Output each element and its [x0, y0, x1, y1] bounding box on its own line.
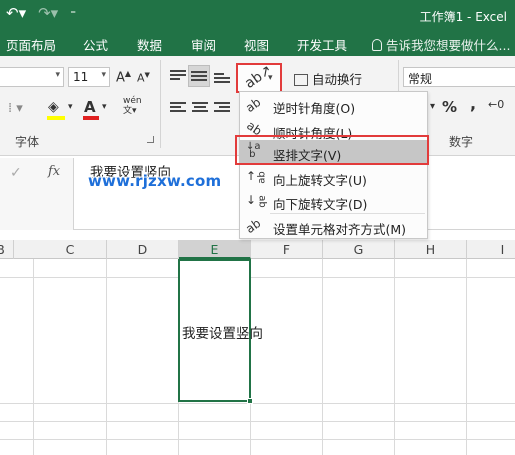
- tab-formulas[interactable]: 公式: [83, 35, 108, 54]
- quick-access-toolbar: ↶▾ ↷▾ ⁼: [6, 4, 76, 22]
- wrap-text-icon: [294, 74, 308, 86]
- column-header-h[interactable]: H: [395, 240, 467, 259]
- tab-review[interactable]: 审阅: [191, 35, 216, 54]
- enter-check-icon[interactable]: ✓: [10, 165, 22, 181]
- font-size-box[interactable]: 11 ▾: [68, 67, 110, 87]
- menu-item-rotate-down[interactable]: ↓ab 向下旋转文字(D): [240, 189, 427, 214]
- align-bottom-icon[interactable]: [214, 73, 230, 85]
- chevron-down-icon: ▾: [101, 70, 106, 80]
- tab-view[interactable]: 视图: [244, 35, 269, 54]
- fill-handle[interactable]: [247, 398, 253, 404]
- font-name-box[interactable]: ▾: [0, 67, 64, 87]
- chevron-down-icon: ▾: [268, 73, 273, 83]
- menu-item-format-alignment[interactable]: ab 设置单元格对齐方式(M): [240, 214, 427, 239]
- chevron-down-icon[interactable]: ▾: [68, 102, 73, 112]
- formula-bar-controls: ✓ fx: [0, 158, 74, 230]
- watermark-text: www.rjzxw.com: [88, 172, 222, 190]
- menu-item-label: 逆时针角度(O): [273, 101, 356, 116]
- orientation-menu: ab 逆时针角度(O) ab 顺时针角度(L) ↓a b 竖排文字(V) ↑ab…: [239, 91, 428, 239]
- column-header: B C D E F G H I: [0, 240, 515, 259]
- menu-item-rotate-up[interactable]: ↑ab 向上旋转文字(U): [240, 165, 427, 190]
- font-group-label: 字体: [15, 135, 40, 149]
- tab-page-layout[interactable]: 页面布局: [6, 35, 56, 54]
- column-gridline: [106, 259, 107, 455]
- worksheet-grid[interactable]: 我要设置竖向: [0, 259, 515, 455]
- undo-icon[interactable]: ↶▾: [6, 4, 26, 22]
- align-top-icon[interactable]: [170, 70, 186, 82]
- customize-toolbar-icon[interactable]: ⁼: [70, 4, 76, 22]
- highlight-frame: [235, 135, 429, 165]
- cell-text: 我要设置竖向: [182, 326, 263, 342]
- chevron-down-icon: ▾: [55, 70, 60, 80]
- wrap-text-button[interactable]: 自动换行: [294, 69, 362, 88]
- redo-icon[interactable]: ↷▾: [38, 4, 58, 22]
- lightbulb-icon: [372, 39, 382, 51]
- column-header-g[interactable]: G: [323, 240, 395, 259]
- rotate-text-up-icon: ↑ab: [246, 169, 268, 184]
- title-bar: ↶▾ ↷▾ ⁼ 工作簿1 - Excel: [0, 0, 515, 30]
- align-center-icon[interactable]: [192, 102, 208, 114]
- number-group-label: 数字: [449, 135, 474, 149]
- angle-counterclockwise-icon: ab: [243, 95, 264, 116]
- menu-item-angle-counterclockwise[interactable]: ab 逆时针角度(O): [240, 93, 427, 118]
- divider: [160, 60, 161, 148]
- rotate-text-down-icon: ↓ab: [246, 193, 268, 208]
- fill-color-bar: [47, 116, 65, 120]
- menu-item-label: 向下旋转文字(D): [273, 197, 368, 212]
- column-header-f[interactable]: F: [251, 240, 323, 259]
- chevron-down-icon[interactable]: ▾: [430, 101, 435, 112]
- align-right-icon[interactable]: [214, 102, 230, 114]
- ribbon-tabs: 页面布局 公式 数据 审阅 视图 开发工具 告诉我您想要做什么...: [0, 30, 515, 56]
- window-title: 工作簿1 - Excel: [419, 10, 507, 24]
- menu-item-label: 向上旋转文字(U): [273, 173, 367, 188]
- column-gridline: [466, 259, 467, 455]
- number-format-value: 常规: [408, 72, 433, 86]
- column-header-e[interactable]: E: [179, 240, 251, 259]
- wrap-text-label: 自动换行: [312, 72, 363, 87]
- font-size-value: 11: [73, 70, 89, 84]
- menu-item-label: 设置单元格对齐方式(M): [273, 222, 407, 237]
- tell-me-text: 告诉我您想要做什么...: [386, 38, 511, 53]
- comma-style-icon[interactable]: ,: [470, 94, 476, 113]
- tell-me-search[interactable]: 告诉我您想要做什么...: [372, 35, 510, 54]
- percent-style-button[interactable]: %: [442, 98, 457, 116]
- phonetic-guide-icon[interactable]: wén 文▾: [123, 96, 142, 116]
- align-middle-button[interactable]: [188, 65, 210, 87]
- column-gridline: [322, 259, 323, 455]
- column-header-i[interactable]: I: [467, 240, 515, 259]
- tab-data[interactable]: 数据: [137, 35, 162, 54]
- format-cell-alignment-icon: ab: [243, 216, 264, 237]
- column-gridline: [33, 259, 34, 455]
- fill-color-icon[interactable]: ◈: [48, 99, 59, 115]
- align-left-icon[interactable]: [170, 102, 186, 114]
- column-header-c[interactable]: C: [34, 240, 107, 259]
- column-header-b[interactable]: B: [0, 240, 14, 259]
- tab-developer[interactable]: 开发工具: [297, 35, 347, 54]
- orientation-button[interactable]: ab↗ ▾: [236, 62, 282, 93]
- chevron-down-icon[interactable]: ▾: [102, 102, 107, 112]
- column-header-d[interactable]: D: [107, 240, 179, 259]
- decrease-font-icon[interactable]: A▼: [137, 71, 150, 85]
- column-gridline: [394, 259, 395, 455]
- border-icon[interactable]: ⁞ ▾: [8, 101, 23, 116]
- row-gridline: [0, 421, 515, 422]
- row-gridline: [0, 403, 515, 404]
- align-middle-icon: [191, 71, 207, 83]
- increase-font-icon[interactable]: A▲: [116, 69, 131, 85]
- increase-decimal-icon[interactable]: ←0: [488, 98, 504, 111]
- number-format-box[interactable]: 常规: [403, 67, 515, 87]
- font-color-icon[interactable]: A: [84, 98, 96, 116]
- row-gridline: [0, 439, 515, 440]
- row-gridline: [0, 277, 515, 278]
- font-dialog-launcher-icon[interactable]: [147, 136, 154, 143]
- insert-function-button[interactable]: fx: [48, 164, 60, 179]
- font-color-bar: [83, 116, 99, 120]
